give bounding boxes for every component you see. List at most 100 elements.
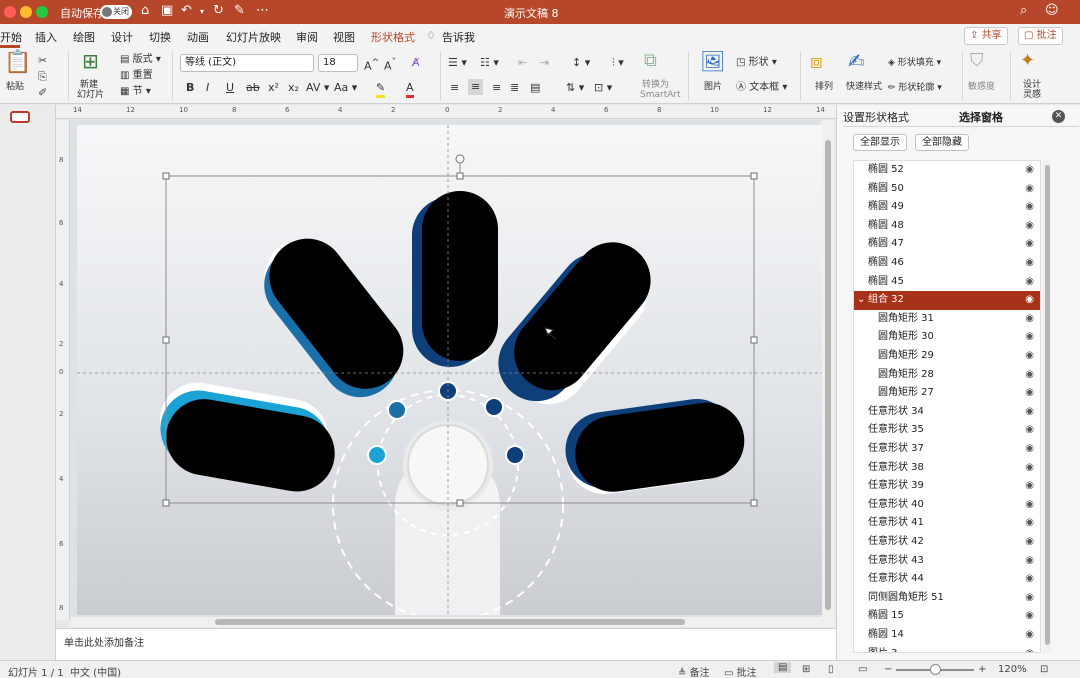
quick-styles-icon[interactable]: ✍ (848, 51, 865, 71)
strikethrough-button[interactable]: ab (246, 81, 260, 95)
eye-icon[interactable]: ◉ (1025, 533, 1034, 551)
decrease-indent-icon[interactable]: ⇤ (518, 56, 527, 70)
selection-list[interactable]: 椭圆 52 ◉ 椭圆 50 ◉ 椭圆 49 ◉ 椭圆 48 ◉ 椭圆 47 ◉ 椭圆 46 ◉ 椭圆 4… (853, 160, 1041, 653)
selection-list-item[interactable]: 任意形状 42 ◉ (854, 533, 1040, 552)
zoom-in-icon[interactable]: + (978, 664, 986, 675)
slide-thumbnail-pane[interactable] (0, 105, 56, 660)
redo-icon[interactable]: ↻ (213, 3, 224, 18)
selection-list-item[interactable]: 任意形状 41 ◉ (854, 514, 1040, 533)
resize-handle-n[interactable] (456, 172, 464, 180)
shape-outline-button[interactable]: ✏ 形状轮廓 ▾ (888, 81, 942, 95)
resize-handle-se[interactable] (750, 499, 758, 507)
tab-review[interactable]: 审阅 (296, 29, 318, 45)
selection-list-item[interactable]: 椭圆 50 ◉ (854, 180, 1040, 199)
selection-list-item[interactable]: 任意形状 35 ◉ (854, 421, 1040, 440)
selection-list-item[interactable]: 椭圆 48 ◉ (854, 217, 1040, 236)
selection-list-item[interactable]: 同侧圆角矩形 51 ◉ (854, 589, 1040, 608)
selection-list-item[interactable]: 任意形状 43 ◉ (854, 552, 1040, 571)
resize-handle-w[interactable] (162, 336, 170, 344)
underline-button[interactable]: U (226, 81, 234, 95)
align-right-icon[interactable]: ≡ (492, 81, 501, 95)
horizontal-scroll-thumb[interactable] (215, 619, 685, 625)
selection-list-item[interactable]: 椭圆 45 ◉ (854, 273, 1040, 292)
tab-home[interactable]: 开始 (0, 29, 22, 45)
line-spacing-icon[interactable]: ↕ ▾ (572, 56, 590, 70)
textbox-button[interactable]: Ⓐ 文本框 ▾ (736, 81, 787, 95)
reading-view-icon[interactable]: ▯ (828, 664, 834, 675)
eye-icon[interactable]: ◉ (1025, 217, 1034, 235)
resize-handle-e[interactable] (750, 336, 758, 344)
slide-graphic[interactable] (77, 125, 822, 621)
italic-button[interactable]: I (206, 81, 209, 95)
align-text-icon[interactable]: ⊡ ▾ (594, 81, 612, 95)
eye-icon[interactable]: ◉ (1025, 403, 1034, 421)
zoom-slider-thumb[interactable] (930, 664, 941, 675)
increase-font-icon[interactable]: A^ (364, 56, 379, 74)
resize-handle-s[interactable] (456, 499, 464, 507)
bullets-icon[interactable]: ☰ ▾ (448, 56, 467, 70)
search-icon[interactable]: ⌕ (1020, 3, 1027, 18)
shape-button[interactable]: ◳ 形状 ▾ (736, 56, 777, 70)
eye-icon[interactable]: ◉ (1025, 235, 1034, 253)
shape-fill-button[interactable]: ◈ 形状填充 ▾ (888, 56, 941, 70)
eye-icon[interactable]: ◉ (1025, 198, 1034, 216)
align-left-icon[interactable]: ≡ (450, 81, 459, 95)
selection-list-item[interactable]: ⌄ 组合 32 ◉ (854, 291, 1040, 310)
section-button[interactable]: ▦ 节 ▾ (120, 85, 151, 99)
show-all-button[interactable]: 全部显示 (853, 134, 907, 151)
tab-view[interactable]: 视图 (333, 29, 355, 45)
tab-format-shape[interactable]: 设置形状格式 (843, 109, 909, 125)
selection-list-item[interactable]: 任意形状 38 ◉ (854, 459, 1040, 478)
close-window-button[interactable] (4, 6, 16, 18)
petal-top[interactable] (422, 191, 498, 361)
reset-button[interactable]: ▥ 重置 (120, 69, 153, 83)
subscript-button[interactable]: x₂ (288, 81, 299, 95)
new-slide-icon[interactable]: ⊞ (82, 51, 99, 71)
increase-indent-icon[interactable]: ⇥ (540, 56, 549, 70)
normal-view-icon[interactable]: ▤ (774, 662, 792, 673)
selection-list-item[interactable]: 任意形状 44 ◉ (854, 570, 1040, 589)
eye-icon[interactable]: ◉ (1025, 496, 1034, 514)
vertical-scrollbar[interactable] (822, 120, 834, 617)
fit-to-window-icon[interactable]: ⊡ (1040, 664, 1048, 675)
eye-icon[interactable]: ◉ (1025, 366, 1034, 384)
font-name-select[interactable]: 等线 (正文) (180, 54, 314, 72)
vertical-scroll-thumb[interactable] (825, 140, 831, 610)
tab-transitions[interactable]: 切换 (149, 29, 171, 45)
picture-icon[interactable]: 🖼 (700, 51, 725, 71)
dot-upper-right[interactable] (484, 397, 504, 417)
dot-left[interactable] (367, 445, 387, 465)
undo-dropdown-icon[interactable]: ▾ (200, 7, 204, 16)
decrease-font-icon[interactable]: Aˇ (384, 56, 396, 74)
selection-list-item[interactable]: 圆角矩形 29 ◉ (854, 347, 1040, 366)
tell-me[interactable]: 告诉我 (442, 29, 475, 45)
clear-format-icon[interactable]: A̸ (412, 56, 420, 70)
numbering-icon[interactable]: ☷ ▾ (480, 56, 499, 70)
eye-icon[interactable]: ◉ (1025, 180, 1034, 198)
designer-icon[interactable]: ✦ (1020, 52, 1035, 70)
home-icon[interactable]: ⌂ (141, 3, 149, 18)
sensitivity-icon[interactable]: ⛉ (970, 52, 984, 70)
eye-icon[interactable]: ◉ (1025, 477, 1034, 495)
stand-base[interactable] (395, 505, 500, 615)
highlight-icon[interactable]: ✎ (376, 81, 386, 98)
selection-list-item[interactable]: 圆角矩形 30 ◉ (854, 328, 1040, 347)
selection-list-item[interactable]: 任意形状 39 ◉ (854, 477, 1040, 496)
tab-design[interactable]: 设计 (111, 29, 133, 45)
columns-icon[interactable]: ⫶ ▾ (612, 56, 624, 70)
chevron-down-icon[interactable]: ⌄ (857, 291, 865, 309)
eye-icon[interactable]: ◉ (1025, 440, 1034, 458)
arrange-icon[interactable]: ⧈ (810, 51, 823, 71)
eye-icon[interactable]: ◉ (1025, 384, 1034, 402)
text-direction-icon[interactable]: ⇅ ▾ (566, 81, 584, 95)
justify-icon[interactable]: ≣ (510, 81, 519, 95)
dot-right[interactable] (505, 445, 525, 465)
slide-thumbnail-1[interactable] (10, 111, 30, 123)
eye-icon[interactable]: ◉ (1025, 161, 1034, 179)
tab-insert[interactable]: 插入 (35, 29, 57, 45)
account-icon[interactable]: ☺ (1045, 3, 1059, 18)
font-color-icon[interactable]: A (406, 81, 414, 98)
resize-handle-ne[interactable] (750, 172, 758, 180)
slide-sorter-icon[interactable]: ⊞ (802, 664, 810, 675)
eye-icon[interactable]: ◉ (1025, 347, 1034, 365)
